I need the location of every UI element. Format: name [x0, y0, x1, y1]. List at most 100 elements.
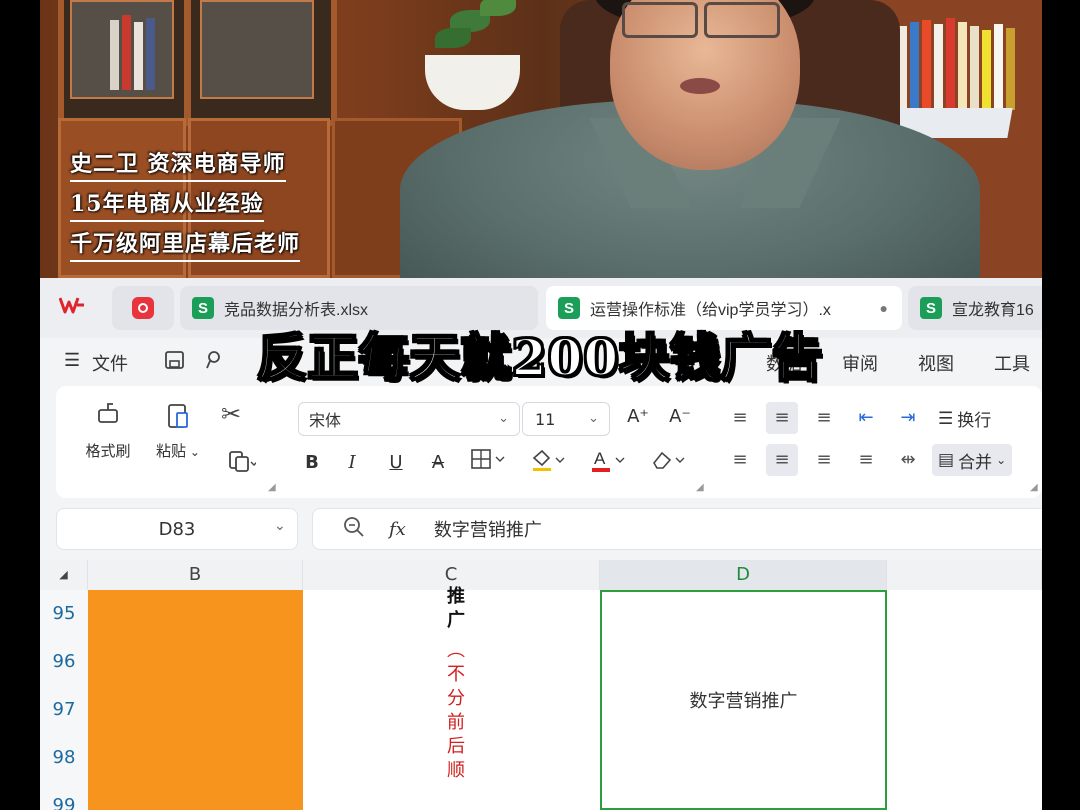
italic-button[interactable]: I	[336, 448, 368, 478]
align-middle-icon[interactable]: ≡	[766, 402, 798, 434]
glasses	[704, 2, 780, 38]
cabinet-glass	[200, 0, 314, 99]
column-header-d[interactable]: D	[600, 560, 887, 590]
sheet-icon: S	[558, 297, 580, 319]
book	[982, 30, 991, 110]
fill-color-button[interactable]	[526, 448, 574, 478]
row-header[interactable]: 96	[40, 638, 88, 686]
group-expand-icon[interactable]: ◢	[268, 482, 276, 493]
font-size-select[interactable]: 11 ⌄	[522, 402, 610, 436]
book	[934, 24, 943, 110]
plant-leaf	[435, 28, 471, 48]
formula-input[interactable]: fx 数字营销推广	[312, 508, 1042, 550]
book	[958, 22, 967, 110]
video-subtitle: 反正每天就200块钱广告	[256, 327, 824, 388]
pdf-icon	[132, 297, 154, 319]
align-center-icon[interactable]: ≡	[766, 444, 798, 476]
name-box[interactable]: D83	[56, 508, 298, 550]
caption-line: 史二卫 资深电商导师	[70, 150, 286, 182]
book	[910, 22, 919, 110]
font-name-select[interactable]: 宋体 ⌄	[298, 402, 520, 436]
copy-icon	[229, 451, 258, 472]
book	[922, 20, 931, 110]
merge-icon: ▤	[938, 450, 955, 470]
row-header[interactable]: 95	[40, 590, 88, 638]
unsaved-dot-icon[interactable]: ●	[880, 300, 888, 316]
cell-d-text: 数字营销推广	[689, 691, 798, 712]
formula-content: 数字营销推广	[433, 520, 542, 541]
clear-format-button[interactable]	[646, 448, 694, 478]
outdent-icon[interactable]: ⇤	[850, 402, 882, 434]
select-all-corner[interactable]: ◢	[40, 560, 88, 590]
font-color-button[interactable]: A	[586, 448, 634, 478]
grow-font-button[interactable]: A⁺	[622, 402, 654, 432]
paste-button[interactable]: 粘贴 ⌄	[150, 400, 206, 461]
font-color-icon: A	[592, 449, 625, 472]
plant-leaf	[480, 0, 516, 16]
person-mouth	[680, 78, 720, 94]
indent-icon[interactable]: ⇥	[892, 402, 924, 434]
cell-b-orange[interactable]	[88, 590, 303, 810]
caption-line: 千万级阿里店幕后老师	[70, 230, 301, 262]
cut-button[interactable]: ✂	[214, 400, 248, 440]
merge-cells-button[interactable]: ▤ 合并 ⌄	[932, 444, 1013, 476]
format-painter-button[interactable]: 格式刷	[78, 400, 138, 461]
paste-icon	[162, 400, 194, 432]
cell-c-red-text: （不分前后顺	[444, 640, 465, 784]
format-painter-label: 格式刷	[85, 442, 131, 460]
cell-c-black-text: 推广	[444, 586, 465, 634]
shrink-font-button[interactable]: A⁻	[664, 402, 696, 432]
strikethrough-button[interactable]: A	[422, 448, 454, 478]
chevron-down-icon: ⌄	[498, 411, 509, 426]
scissors-icon: ✂	[220, 400, 242, 428]
group-expand-icon[interactable]: ◢	[696, 482, 704, 493]
underline-button[interactable]: U	[380, 448, 412, 478]
formula-bar: D83 ⌄ fx 数字营销推广	[40, 506, 1042, 554]
bold-button[interactable]: B	[296, 448, 328, 478]
align-left-icon[interactable]: ≡	[724, 444, 756, 476]
book	[946, 18, 955, 110]
align-top-icon[interactable]: ≡	[724, 402, 756, 434]
book	[134, 22, 143, 90]
wrap-label: 换行	[957, 411, 992, 431]
paste-label: 粘贴	[156, 442, 187, 460]
align-bottom-icon[interactable]: ≡	[808, 402, 840, 434]
cell-c[interactable]: 推广 （不分前后顺	[303, 586, 600, 810]
column-header-e[interactable]	[887, 560, 1042, 590]
glasses	[622, 2, 698, 38]
tab-label: 宣龙教育16	[952, 302, 1034, 319]
border-icon	[471, 449, 505, 469]
caption-line: 15年电商从业经验	[70, 190, 264, 222]
cell-d-selected[interactable]: 数字营销推广	[600, 590, 887, 810]
font-name-value: 宋体	[309, 411, 342, 430]
book	[146, 18, 155, 90]
chevron-down-icon: ⌄	[186, 445, 200, 459]
format-painter-icon	[92, 400, 124, 432]
fx-icon[interactable]: fx	[389, 519, 406, 540]
row-header[interactable]: 99	[40, 782, 88, 810]
svg-text:A: A	[594, 449, 606, 468]
chevron-down-icon[interactable]: ⌄	[274, 518, 286, 534]
justify-icon[interactable]: ≡	[850, 444, 882, 476]
video-frame: 史二卫 资深电商导师 15年电商从业经验 千万级阿里店幕后老师	[40, 0, 1042, 278]
row-header[interactable]: 97	[40, 686, 88, 734]
wrap-text-button[interactable]: ☰ 换行	[938, 406, 992, 432]
plant-pot	[425, 55, 520, 110]
font-size-value: 11	[535, 409, 556, 429]
tab-label: 运营操作标准（给vip学员学习）.x	[590, 302, 831, 319]
distribute-icon[interactable]: ⇹	[892, 444, 924, 476]
align-right-icon[interactable]: ≡	[808, 444, 840, 476]
book	[122, 15, 131, 90]
wrap-icon: ☰	[938, 408, 954, 429]
copy-button[interactable]	[216, 448, 266, 478]
group-expand-icon[interactable]: ◢	[1030, 482, 1038, 493]
book	[110, 20, 119, 90]
sheet-icon: S	[920, 297, 942, 319]
presenter-caption: 史二卫 资深电商导师 15年电商从业经验 千万级阿里店幕后老师	[70, 150, 301, 270]
column-header-b[interactable]: B	[88, 560, 303, 590]
border-button[interactable]	[466, 448, 514, 478]
fill-bucket-icon	[532, 449, 565, 471]
zoom-search-icon[interactable]	[343, 516, 365, 543]
row-header[interactable]: 98	[40, 734, 88, 782]
ribbon-toolbar: 格式刷 粘贴 ⌄ ✂ ◢ 宋体 ⌄ 11 ⌄ A⁺ A⁻ B I U A A ◢…	[56, 386, 1042, 498]
